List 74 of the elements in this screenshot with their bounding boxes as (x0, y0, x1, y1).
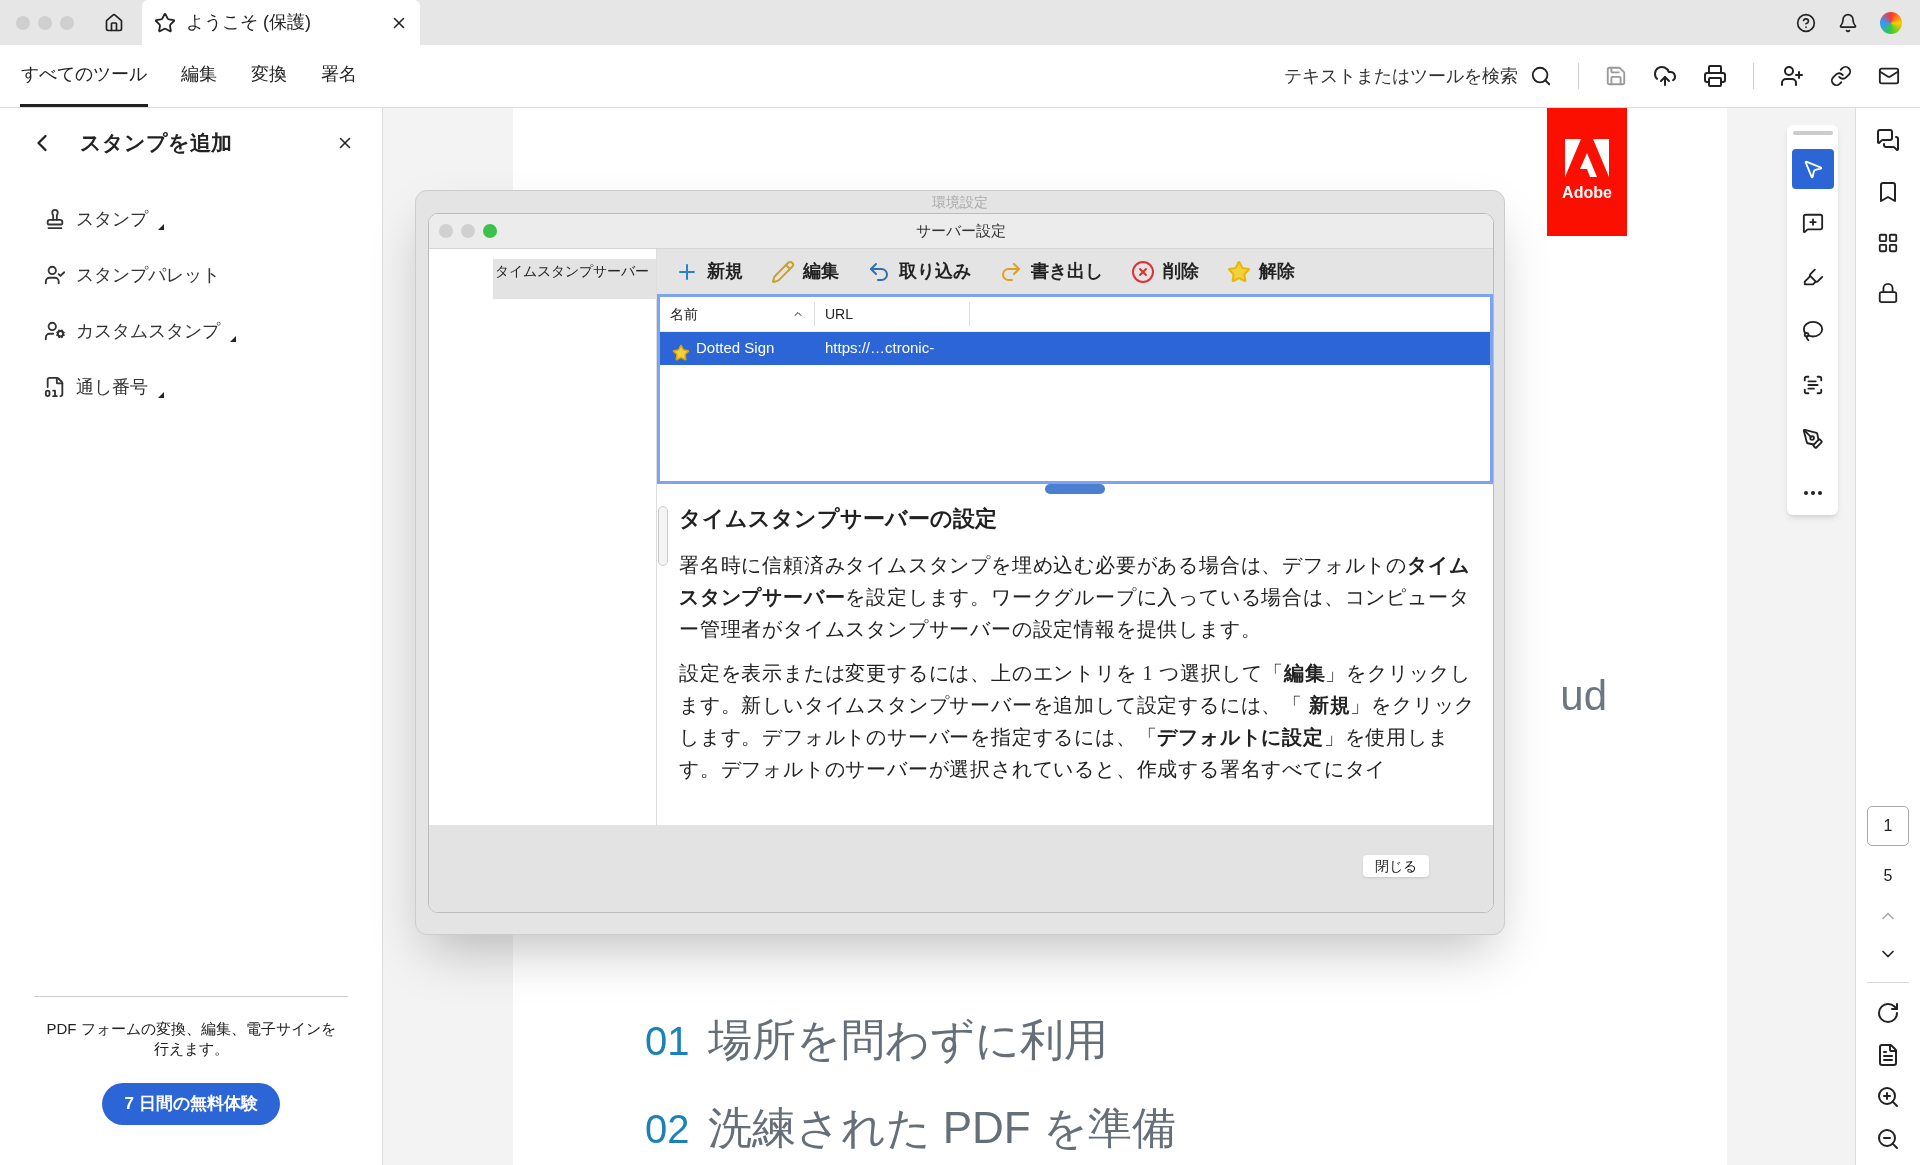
star-icon (154, 11, 176, 34)
mail-icon[interactable] (1878, 65, 1900, 87)
delete-icon (1131, 259, 1155, 284)
stamp-menu-item[interactable]: カスタムスタンプ (44, 318, 236, 344)
help-heading: タイムスタンプサーバーの設定 (679, 505, 998, 533)
promo-text: PDF フォームの変換、編集、電子サインを行えます。 (45, 1019, 337, 1059)
rotate-icon[interactable] (1876, 1001, 1900, 1025)
menu-tab[interactable]: すべてのツール (20, 45, 148, 107)
link-icon[interactable] (1830, 65, 1852, 87)
save-icon[interactable] (1605, 65, 1627, 87)
list-heading: 場所を問わずに利用 (707, 1014, 1108, 1066)
page-fit-icon[interactable] (1876, 1043, 1900, 1067)
dialog-toolbar-button[interactable]: 書き出し (999, 258, 1103, 285)
search-icon (1530, 65, 1552, 87)
browser-tab[interactable]: ようこそ (保護) (142, 0, 420, 45)
text-box-icon (1801, 374, 1824, 396)
logo: Adobe (1547, 108, 1627, 236)
menu-tab[interactable]: 変換 (250, 45, 288, 107)
tab-title: ようこそ (保護) (186, 11, 312, 34)
stamp-menu-item[interactable]: スタンプ (44, 206, 164, 232)
lock-icon[interactable] (1877, 282, 1899, 304)
list-number: 02 (645, 1106, 690, 1153)
dialog-toolbar-button[interactable]: 編集 (771, 258, 839, 285)
pen-icon (1801, 428, 1824, 450)
tool-icon (44, 208, 66, 230)
dialog-title: サーバー設定 (916, 220, 1006, 241)
dialog-toolbar-button[interactable]: 新規 (675, 258, 743, 285)
more-icon (1803, 491, 1822, 495)
trial-button[interactable]: 7 日間の無料体験 (102, 1083, 280, 1125)
list-heading: 洗練された PDF を準備 (707, 1102, 1176, 1154)
panel-title: スタンプを追加 (80, 130, 233, 157)
menu-tab[interactable]: 署名 (320, 45, 358, 107)
default-star-icon (672, 343, 690, 362)
zoom-in-icon[interactable] (1876, 1085, 1900, 1109)
highlighter-icon (1801, 266, 1824, 288)
tool-icon (44, 320, 66, 342)
tool-icon (44, 376, 66, 398)
background-window-title: 環境設定 (932, 193, 988, 211)
menu-tab[interactable]: 編集 (180, 45, 218, 107)
page-total: 5 (1883, 866, 1893, 886)
pencil-icon (771, 259, 795, 284)
help-paragraph: 署名時に信頼済みタイムスタンプを埋め込む必要がある場合は、デフォルトのタイムスタンプサーバーを設定します。ワークグループに入っている場合は、コンピューター管理者がタイムスタンプサーバーの設定情報を提供します。 (679, 553, 1471, 642)
server-row[interactable]: Dotted Sign https://…ctronic- (660, 332, 1490, 365)
search-field[interactable]: テキストまたはツールを検索 (1268, 62, 1552, 90)
category-item[interactable]: タイムスタンプサーバー (493, 259, 656, 299)
comments-icon[interactable] (1876, 128, 1900, 152)
heading-fragment: ud (1560, 671, 1607, 721)
stamp-menu-item[interactable]: スタンプパレット (44, 262, 220, 288)
resize-grip[interactable] (658, 506, 668, 566)
star-icon (1227, 259, 1251, 284)
print-icon[interactable] (1703, 64, 1727, 88)
column-header[interactable]: 名前 (660, 302, 815, 326)
comment-plus-icon (1801, 212, 1824, 234)
lasso-icon (1801, 320, 1824, 342)
grid-icon[interactable] (1877, 232, 1899, 254)
stamp-menu-item[interactable]: 通し番号 (44, 374, 164, 400)
bell-icon[interactable] (1838, 12, 1858, 33)
splitter-handle[interactable] (1045, 484, 1105, 494)
help-paragraph: 設定を表示または変更するには、上のエントリを 1 つ選択して「編集」をクリックします。新しいタイムスタンプサーバーを追加して設定するには、「 新規」をクリックします。デフォルトのサーバーを指定するには、「デフォルトに設定」を使用します。デフォルトのサーバーが選択されていると、作成する署名すべてにタイ (679, 661, 1477, 782)
page-number-field[interactable]: 1 (1867, 806, 1909, 846)
add-person-icon[interactable] (1780, 64, 1804, 88)
avatar[interactable] (1880, 11, 1902, 34)
tool-icon (44, 264, 66, 286)
close-button[interactable]: 閉じる (1363, 855, 1429, 877)
logo-icon (1565, 139, 1609, 177)
home-icon[interactable] (104, 12, 124, 33)
dialog-toolbar-button[interactable]: 解除 (1227, 258, 1295, 285)
list-number: 01 (645, 1018, 690, 1065)
cloud-upload-icon[interactable] (1653, 64, 1677, 88)
dialog-toolbar-button[interactable]: 取り込み (867, 258, 971, 285)
column-header[interactable]: URL (815, 302, 970, 326)
help-icon[interactable] (1796, 12, 1816, 33)
dialog-toolbar-button[interactable]: 削除 (1131, 258, 1199, 285)
zoom-out-icon[interactable] (1876, 1127, 1900, 1151)
